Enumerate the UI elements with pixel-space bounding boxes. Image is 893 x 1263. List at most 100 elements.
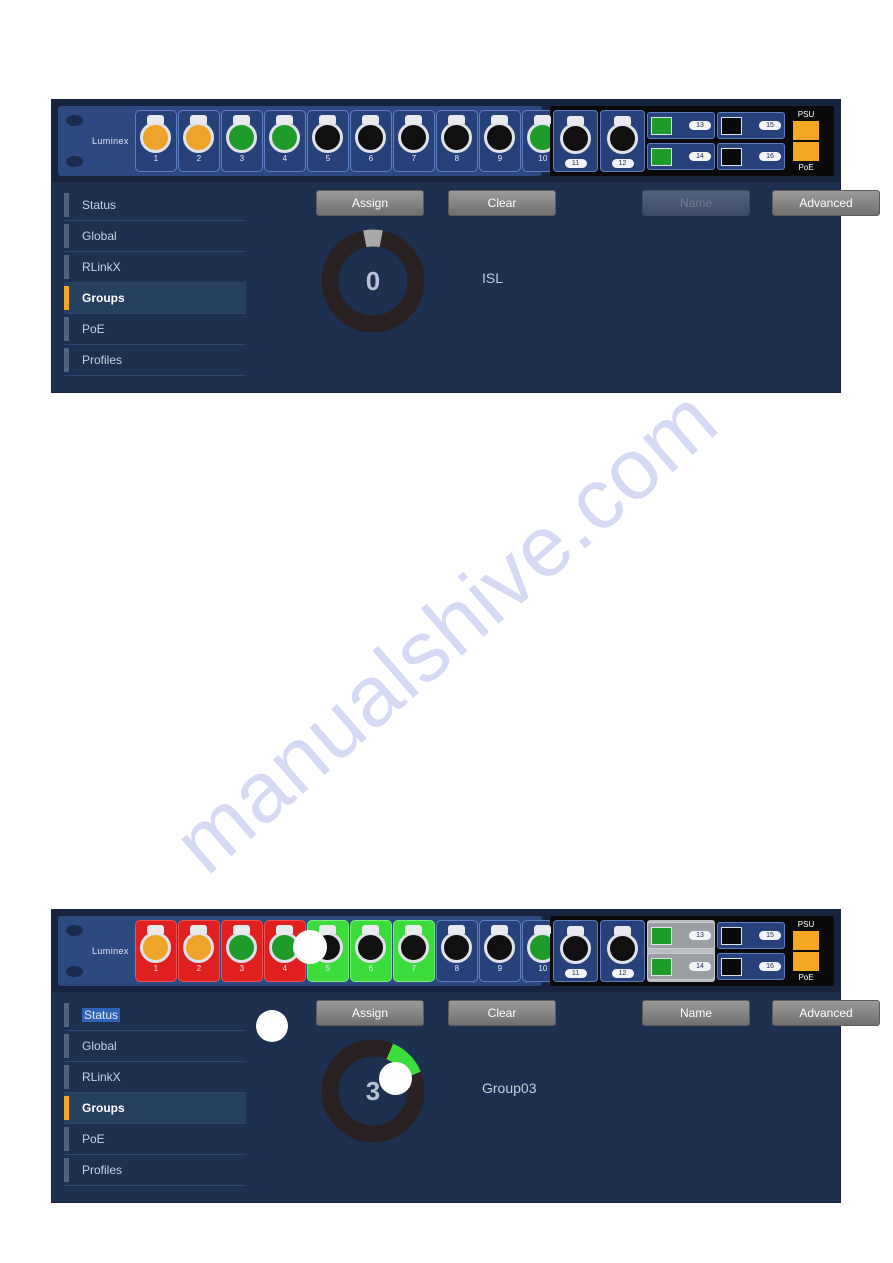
brand-label: Luminex [92,946,129,956]
rj45-glyph [615,942,630,955]
sfp-slot-16[interactable]: 16 [717,143,785,170]
sidebar-item-global[interactable]: Global [64,221,246,252]
touch-indicator-assign [256,1010,288,1042]
port-number: 4 [282,154,288,163]
rack-hole-icon [66,925,83,936]
sidebar-item-status[interactable]: Status [64,1000,246,1031]
sfp-slot-15[interactable]: 15 [717,922,785,949]
module-port-row-bottom[interactable]: 11 12 [553,920,647,982]
port-9[interactable]: 9 [478,920,521,982]
sidebar-item-profiles[interactable]: Profiles [64,345,246,376]
sfp-group-left-top[interactable]: 13 14 [647,110,715,172]
port-7[interactable]: 7 [392,110,435,172]
clear-button[interactable]: Clear [448,190,556,216]
rj45-glyph [363,941,379,954]
port-row-top[interactable]: 1 2 3 4 5 6 7 8 9 10 [134,106,565,176]
advanced-button[interactable]: Advanced [772,190,880,216]
port-2[interactable]: 2 [177,920,220,982]
port-1[interactable]: 1 [134,920,177,982]
port-4[interactable]: 4 [263,110,306,172]
port-latch-icon [362,925,380,934]
port-7[interactable]: 7 [392,920,435,982]
sidebar-active-indicator [64,1065,69,1089]
sidebar-item-label: RLinkX [82,260,121,274]
port-6[interactable]: 6 [349,110,392,172]
sfp-led-icon [651,116,672,135]
panel-body-top: Status Global RLinkX Groups PoE Profiles Assi… [52,182,880,392]
psu-label: PSU [797,920,815,929]
port-11[interactable]: 11 [553,110,598,172]
sfp-group-right-top[interactable]: 15 16 [717,110,785,172]
port-3[interactable]: 3 [220,110,263,172]
clear-button[interactable]: Clear [448,1000,556,1026]
port-latch-icon [147,925,165,934]
sidebar-item-rlinkx[interactable]: RLinkX [64,252,246,283]
sfp-slot-14[interactable]: 14 [647,143,715,170]
sfp-slot-16[interactable]: 16 [717,953,785,980]
advanced-button[interactable]: Advanced [772,1000,880,1026]
touch-indicator-port [293,930,327,964]
sfp-group-right-bottom[interactable]: 15 16 [717,920,785,982]
port-12[interactable]: 12 [600,920,645,982]
port-9[interactable]: 9 [478,110,521,172]
sidebar-item-profiles[interactable]: Profiles [64,1155,246,1186]
port-number: 6 [368,964,374,973]
port-number: 11 [564,969,587,978]
rj45-jack-icon [269,122,301,153]
sfp-slot-14[interactable]: 14 [647,953,715,980]
sidebar-item-status[interactable]: Status [64,190,246,221]
port-latch-icon [448,925,466,934]
name-button[interactable]: Name [642,190,750,216]
sfp-slot-15[interactable]: 15 [717,112,785,139]
rack-ear-left [58,106,92,176]
port-number: 2 [196,154,202,163]
port-3[interactable]: 3 [220,920,263,982]
sfp-slot-13[interactable]: 13 [647,112,715,139]
name-button[interactable]: Name [642,1000,750,1026]
rj45-glyph [234,131,250,144]
port-8[interactable]: 8 [435,110,478,172]
port-number: 12 [611,159,634,168]
rj45-glyph [492,941,508,954]
sidebar-item-rlinkx[interactable]: RLinkX [64,1062,246,1093]
port-latch-icon [491,115,509,124]
device-front-panel-bottom: Luminex 1 2 3 4 5 6 7 8 9 10 11 12 13 14 15 16 PSU P… [52,910,840,992]
sidebar-nav-top[interactable]: Status Global RLinkX Groups PoE Profiles [64,190,246,376]
rj45-glyph [363,131,379,144]
sfp-group-left-bottom[interactable]: 13 14 [647,920,715,982]
port-row-bottom[interactable]: 1 2 3 4 5 6 7 8 9 10 [134,916,565,986]
sidebar-item-groups[interactable]: Groups [64,1093,246,1124]
group-dial-top[interactable]: 0 [314,222,432,340]
sidebar-nav-bottom[interactable]: Status Global RLinkX Groups PoE Profiles [64,1000,246,1186]
module-port-row-top[interactable]: 11 12 [553,110,647,172]
port-1[interactable]: 1 [134,110,177,172]
group-dial-bottom[interactable]: 3 [314,1032,432,1150]
port-6[interactable]: 6 [349,920,392,982]
port-latch-icon [567,116,584,125]
sidebar-item-poe[interactable]: PoE [64,314,246,345]
port-number: 9 [497,154,503,163]
sidebar-item-global[interactable]: Global [64,1031,246,1062]
sfp-slot-13[interactable]: 13 [647,922,715,949]
assign-button[interactable]: Assign [316,1000,424,1026]
poe-led-icon [793,952,819,971]
port-11[interactable]: 11 [553,920,598,982]
port-2[interactable]: 2 [177,110,220,172]
port-number: 1 [153,154,159,163]
sfp-number: 15 [759,121,781,130]
sidebar-item-poe[interactable]: PoE [64,1124,246,1155]
sfp-led-icon [651,926,672,945]
rj45-glyph [615,132,630,145]
port-5[interactable]: 5 [306,110,349,172]
poe-label: PoE [798,163,814,172]
assign-button[interactable]: Assign [316,190,424,216]
rj45-jack-icon [355,932,387,963]
rack-hole-icon [66,115,83,126]
group-name-label: ISL [482,270,504,286]
sidebar-item-label: PoE [82,322,105,336]
sfp-number: 13 [689,121,711,130]
port-8[interactable]: 8 [435,920,478,982]
port-12[interactable]: 12 [600,110,645,172]
rj45-glyph [535,131,551,144]
sidebar-item-groups[interactable]: Groups [64,283,246,314]
